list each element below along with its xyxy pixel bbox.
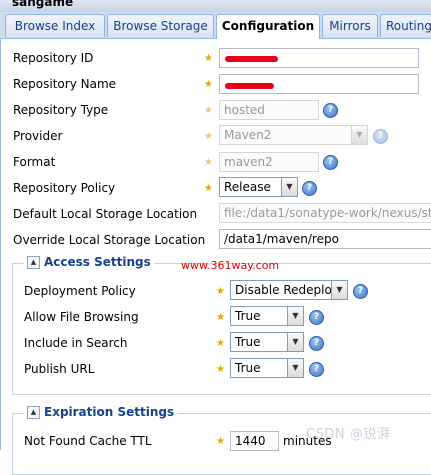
publish-url-select[interactable]: True ▼ — [230, 358, 304, 378]
format-label: Format — [13, 155, 56, 169]
deployment-policy-select[interactable]: Disable Redeploy ▼ — [230, 280, 348, 300]
access-settings-legend: ▲ Access Settings — [24, 255, 154, 269]
window-title: sangame — [12, 0, 74, 9]
repository-policy-select[interactable]: Release ▼ — [219, 177, 298, 197]
not-found-cache-ttl-label: Not Found Cache TTL — [24, 434, 152, 448]
required-star-icon: ★ — [204, 157, 213, 168]
required-star-icon: ★ — [204, 105, 213, 116]
tab-routing[interactable]: Routing — [380, 14, 431, 37]
publish-url-value: True — [230, 358, 287, 378]
redaction-mark — [225, 56, 278, 62]
required-star-icon: ★ — [204, 131, 213, 142]
provider-select: Maven2 ▼ — [219, 125, 368, 145]
chevron-down-icon[interactable]: ▼ — [287, 358, 304, 378]
tab-browse-index[interactable]: Browse Index — [5, 14, 105, 37]
chevron-down-icon[interactable]: ▼ — [287, 306, 304, 326]
expiration-settings-title: Expiration Settings — [44, 405, 175, 419]
help-icon[interactable]: ? — [323, 155, 338, 170]
repository-type-label: Repository Type — [13, 103, 109, 117]
allow-file-browsing-value: True — [230, 306, 287, 326]
watermark-text: www.361way.com — [181, 259, 280, 272]
repository-type-field: hosted — [219, 100, 319, 120]
window-title-bar: sangame — [0, 0, 431, 12]
repository-name-label: Repository Name — [13, 77, 117, 91]
format-field: maven2 — [219, 152, 319, 172]
required-star-icon: ★ — [216, 286, 225, 297]
help-icon[interactable]: ? — [309, 362, 324, 377]
repository-id-label: Repository ID — [13, 51, 94, 65]
help-icon[interactable]: ? — [323, 103, 338, 118]
include-in-search-select[interactable]: True ▼ — [230, 332, 304, 352]
required-star-icon: ★ — [204, 53, 213, 64]
provider-label: Provider — [13, 129, 63, 143]
chevron-down-icon[interactable]: ▼ — [281, 177, 298, 197]
access-settings-title: Access Settings — [44, 255, 151, 269]
csdn-watermark: CSDN @锐湃 — [306, 427, 391, 442]
required-star-icon: ★ — [216, 312, 225, 323]
not-found-cache-ttl-field[interactable]: 1440 — [230, 431, 279, 451]
help-icon[interactable]: ? — [309, 310, 324, 325]
chevron-down-icon[interactable]: ▼ — [287, 332, 304, 352]
include-in-search-label: Include in Search — [24, 336, 128, 350]
required-star-icon: ★ — [216, 364, 225, 375]
expiration-settings-legend: ▲ Expiration Settings — [24, 405, 178, 419]
help-icon[interactable]: ? — [309, 336, 324, 351]
publish-url-label: Publish URL — [24, 362, 95, 376]
required-star-icon: ★ — [204, 79, 213, 90]
tab-configuration[interactable]: Configuration — [216, 14, 320, 39]
default-storage-label: Default Local Storage Location — [13, 207, 198, 221]
tab-strip: Browse Index Browse Storage Configuratio… — [0, 12, 431, 39]
required-star-icon: ★ — [216, 338, 225, 349]
repository-policy-label: Repository Policy — [13, 181, 116, 195]
collapse-toggle-icon[interactable]: ▲ — [27, 406, 40, 419]
help-icon[interactable]: ? — [302, 181, 317, 196]
required-star-icon: ★ — [204, 183, 213, 194]
override-storage-field[interactable]: /data1/maven/repo — [219, 229, 431, 249]
redaction-mark — [225, 83, 274, 89]
help-icon[interactable]: ? — [373, 129, 388, 144]
include-in-search-value: True — [230, 332, 287, 352]
chevron-down-icon: ▼ — [351, 125, 368, 145]
deployment-policy-value: Disable Redeploy — [230, 280, 331, 300]
allow-file-browsing-label: Allow File Browsing — [24, 310, 139, 324]
deployment-policy-label: Deployment Policy — [24, 284, 136, 298]
allow-file-browsing-select[interactable]: True ▼ — [230, 306, 304, 326]
tab-mirrors[interactable]: Mirrors — [322, 14, 378, 37]
collapse-toggle-icon[interactable]: ▲ — [27, 256, 40, 269]
default-storage-field: file:/data1/sonatype-work/nexus/stora — [219, 203, 431, 223]
provider-value: Maven2 — [219, 125, 351, 145]
chevron-down-icon[interactable]: ▼ — [331, 280, 348, 300]
tab-browse-storage[interactable]: Browse Storage — [107, 14, 214, 37]
required-star-icon: ★ — [216, 436, 225, 447]
repository-policy-value: Release — [219, 177, 281, 197]
help-icon[interactable]: ? — [353, 284, 368, 299]
override-storage-label: Override Local Storage Location — [13, 233, 206, 247]
